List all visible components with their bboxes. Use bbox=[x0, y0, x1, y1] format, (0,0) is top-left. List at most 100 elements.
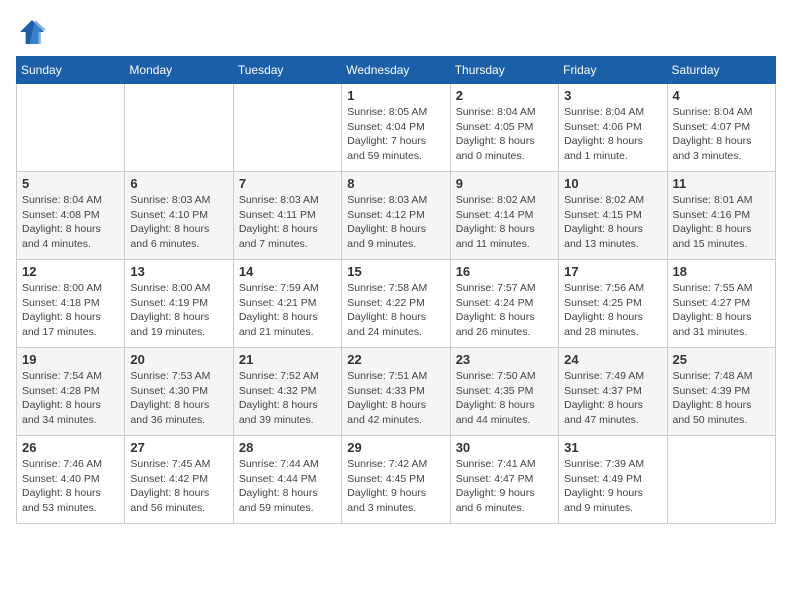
day-number: 7 bbox=[239, 176, 336, 191]
calendar-week-row: 19 Sunrise: 7:54 AM Sunset: 4:28 PM Dayli… bbox=[17, 348, 776, 436]
day-info: Sunrise: 7:58 AM Sunset: 4:22 PM Dayligh… bbox=[347, 281, 444, 340]
day-info: Sunrise: 7:50 AM Sunset: 4:35 PM Dayligh… bbox=[456, 369, 553, 428]
day-info: Sunrise: 7:53 AM Sunset: 4:30 PM Dayligh… bbox=[130, 369, 227, 428]
calendar-cell bbox=[667, 436, 775, 524]
calendar-cell: 31Sunrise: 7:39 AM Sunset: 4:49 PM Dayli… bbox=[559, 436, 667, 524]
day-number: 29 bbox=[347, 440, 444, 455]
calendar-cell: 7Sunrise: 8:03 AM Sunset: 4:11 PM Daylig… bbox=[233, 172, 341, 260]
day-info: Sunrise: 8:00 AM Sunset: 4:18 PM Dayligh… bbox=[22, 281, 119, 340]
calendar-cell: 14Sunrise: 7:59 AM Sunset: 4:21 PM Dayli… bbox=[233, 260, 341, 348]
day-info: Sunrise: 8:04 AM Sunset: 4:08 PM Dayligh… bbox=[22, 193, 119, 252]
day-number: 4 bbox=[673, 88, 770, 103]
weekday-header-wednesday: Wednesday bbox=[342, 57, 450, 84]
day-number: 8 bbox=[347, 176, 444, 191]
logo-icon bbox=[16, 16, 48, 48]
day-number: 18 bbox=[673, 264, 770, 279]
day-number: 25 bbox=[673, 352, 770, 367]
day-info: Sunrise: 7:57 AM Sunset: 4:24 PM Dayligh… bbox=[456, 281, 553, 340]
calendar-cell: 13Sunrise: 8:00 AM Sunset: 4:19 PM Dayli… bbox=[125, 260, 233, 348]
calendar-cell: 27 Sunrise: 7:45 AM Sunset: 4:42 PM Dayli… bbox=[125, 436, 233, 524]
calendar-cell: 26 Sunrise: 7:46 AM Sunset: 4:40 PM Dayli… bbox=[17, 436, 125, 524]
calendar-cell bbox=[17, 84, 125, 172]
day-info: Sunrise: 8:05 AM Sunset: 4:04 PM Dayligh… bbox=[347, 105, 444, 164]
day-info: Sunrise: 8:04 AM Sunset: 4:07 PM Dayligh… bbox=[673, 105, 770, 164]
calendar-week-row: 12 Sunrise: 8:00 AM Sunset: 4:18 PM Dayli… bbox=[17, 260, 776, 348]
calendar-cell: 6 Sunrise: 8:03 AM Sunset: 4:10 PM Daylig… bbox=[125, 172, 233, 260]
day-number: 28 bbox=[239, 440, 336, 455]
weekday-header-monday: Monday bbox=[125, 57, 233, 84]
day-number: 30 bbox=[456, 440, 553, 455]
day-number: 21 bbox=[239, 352, 336, 367]
day-number: 15 bbox=[347, 264, 444, 279]
calendar-cell: 20 Sunrise: 7:53 AM Sunset: 4:30 PM Dayli… bbox=[125, 348, 233, 436]
day-number: 3 bbox=[564, 88, 661, 103]
logo bbox=[16, 16, 52, 48]
day-number: 19 bbox=[22, 352, 119, 367]
calendar-cell: 5 Sunrise: 8:04 AM Sunset: 4:08 PM Daylig… bbox=[17, 172, 125, 260]
day-info: Sunrise: 7:42 AM Sunset: 4:45 PM Dayligh… bbox=[347, 457, 444, 516]
day-number: 17 bbox=[564, 264, 661, 279]
calendar-cell: 15 Sunrise: 7:58 AM Sunset: 4:22 PM Dayli… bbox=[342, 260, 450, 348]
day-number: 24 bbox=[564, 352, 661, 367]
day-info: Sunrise: 8:00 AM Sunset: 4:19 PM Dayligh… bbox=[130, 281, 227, 340]
day-info: Sunrise: 7:45 AM Sunset: 4:42 PM Dayligh… bbox=[130, 457, 227, 516]
day-number: 11 bbox=[673, 176, 770, 191]
calendar-cell: 29 Sunrise: 7:42 AM Sunset: 4:45 PM Dayli… bbox=[342, 436, 450, 524]
day-info: Sunrise: 7:44 AM Sunset: 4:44 PM Dayligh… bbox=[239, 457, 336, 516]
calendar-cell: 19 Sunrise: 7:54 AM Sunset: 4:28 PM Dayli… bbox=[17, 348, 125, 436]
weekday-header-sunday: Sunday bbox=[17, 57, 125, 84]
day-number: 26 bbox=[22, 440, 119, 455]
day-info: Sunrise: 8:03 AM Sunset: 4:10 PM Dayligh… bbox=[130, 193, 227, 252]
day-info: Sunrise: 7:55 AM Sunset: 4:27 PM Dayligh… bbox=[673, 281, 770, 340]
day-number: 6 bbox=[130, 176, 227, 191]
calendar-cell: 18 Sunrise: 7:55 AM Sunset: 4:27 PM Dayli… bbox=[667, 260, 775, 348]
day-info: Sunrise: 7:54 AM Sunset: 4:28 PM Dayligh… bbox=[22, 369, 119, 428]
day-info: Sunrise: 7:46 AM Sunset: 4:40 PM Dayligh… bbox=[22, 457, 119, 516]
day-info: Sunrise: 7:41 AM Sunset: 4:47 PM Dayligh… bbox=[456, 457, 553, 516]
calendar-cell: 11 Sunrise: 8:01 AM Sunset: 4:16 PM Dayli… bbox=[667, 172, 775, 260]
calendar-week-row: 26 Sunrise: 7:46 AM Sunset: 4:40 PM Dayli… bbox=[17, 436, 776, 524]
calendar-cell: 16 Sunrise: 7:57 AM Sunset: 4:24 PM Dayli… bbox=[450, 260, 558, 348]
weekday-header-thursday: Thursday bbox=[450, 57, 558, 84]
calendar-cell: 9 Sunrise: 8:02 AM Sunset: 4:14 PM Daylig… bbox=[450, 172, 558, 260]
weekday-header-saturday: Saturday bbox=[667, 57, 775, 84]
calendar-cell bbox=[125, 84, 233, 172]
day-number: 23 bbox=[456, 352, 553, 367]
day-info: Sunrise: 8:04 AM Sunset: 4:05 PM Dayligh… bbox=[456, 105, 553, 164]
day-number: 20 bbox=[130, 352, 227, 367]
calendar-cell: 21 Sunrise: 7:52 AM Sunset: 4:32 PM Dayli… bbox=[233, 348, 341, 436]
day-info: Sunrise: 8:02 AM Sunset: 4:15 PM Dayligh… bbox=[564, 193, 661, 252]
day-number: 2 bbox=[456, 88, 553, 103]
day-number: 27 bbox=[130, 440, 227, 455]
calendar-cell: 22Sunrise: 7:51 AM Sunset: 4:33 PM Dayli… bbox=[342, 348, 450, 436]
day-number: 12 bbox=[22, 264, 119, 279]
day-info: Sunrise: 8:02 AM Sunset: 4:14 PM Dayligh… bbox=[456, 193, 553, 252]
calendar-cell: 30 Sunrise: 7:41 AM Sunset: 4:47 PM Dayli… bbox=[450, 436, 558, 524]
calendar-cell: 23 Sunrise: 7:50 AM Sunset: 4:35 PM Dayli… bbox=[450, 348, 558, 436]
calendar-cell: 25 Sunrise: 7:48 AM Sunset: 4:39 PM Dayli… bbox=[667, 348, 775, 436]
calendar-cell: 1 Sunrise: 8:05 AM Sunset: 4:04 PM Daylig… bbox=[342, 84, 450, 172]
day-number: 16 bbox=[456, 264, 553, 279]
calendar-cell: 3Sunrise: 8:04 AM Sunset: 4:06 PM Daylig… bbox=[559, 84, 667, 172]
calendar-cell: 17 Sunrise: 7:56 AM Sunset: 4:25 PM Dayli… bbox=[559, 260, 667, 348]
day-info: Sunrise: 7:56 AM Sunset: 4:25 PM Dayligh… bbox=[564, 281, 661, 340]
day-info: Sunrise: 8:01 AM Sunset: 4:16 PM Dayligh… bbox=[673, 193, 770, 252]
day-number: 5 bbox=[22, 176, 119, 191]
calendar-cell: 12 Sunrise: 8:00 AM Sunset: 4:18 PM Dayli… bbox=[17, 260, 125, 348]
day-info: Sunrise: 7:52 AM Sunset: 4:32 PM Dayligh… bbox=[239, 369, 336, 428]
day-info: Sunrise: 7:48 AM Sunset: 4:39 PM Dayligh… bbox=[673, 369, 770, 428]
calendar-cell: 2 Sunrise: 8:04 AM Sunset: 4:05 PM Daylig… bbox=[450, 84, 558, 172]
day-info: Sunrise: 7:51 AM Sunset: 4:33 PM Dayligh… bbox=[347, 369, 444, 428]
day-number: 14 bbox=[239, 264, 336, 279]
calendar-cell: 8 Sunrise: 8:03 AM Sunset: 4:12 PM Daylig… bbox=[342, 172, 450, 260]
day-number: 9 bbox=[456, 176, 553, 191]
day-number: 1 bbox=[347, 88, 444, 103]
calendar-cell: 10Sunrise: 8:02 AM Sunset: 4:15 PM Dayli… bbox=[559, 172, 667, 260]
calendar-week-row: 5 Sunrise: 8:04 AM Sunset: 4:08 PM Daylig… bbox=[17, 172, 776, 260]
page-header bbox=[16, 16, 776, 48]
calendar-cell: 4 Sunrise: 8:04 AM Sunset: 4:07 PM Daylig… bbox=[667, 84, 775, 172]
calendar-table: SundayMondayTuesdayWednesdayThursdayFrid… bbox=[16, 56, 776, 524]
weekday-header-tuesday: Tuesday bbox=[233, 57, 341, 84]
calendar-cell: 24Sunrise: 7:49 AM Sunset: 4:37 PM Dayli… bbox=[559, 348, 667, 436]
day-info: Sunrise: 8:03 AM Sunset: 4:12 PM Dayligh… bbox=[347, 193, 444, 252]
